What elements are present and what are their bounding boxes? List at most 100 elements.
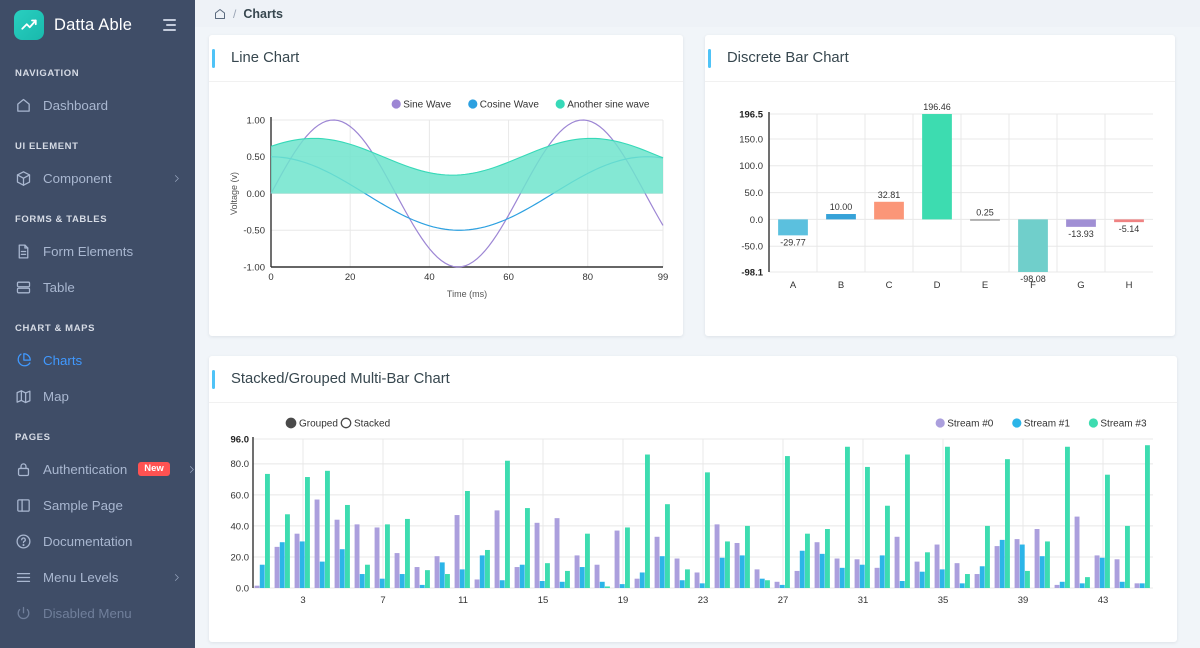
legend-label[interactable]: Another sine wave [567, 100, 650, 111]
bar[interactable] [555, 518, 560, 588]
sidebar-item-component[interactable]: Component [0, 160, 195, 196]
bar[interactable] [840, 568, 845, 588]
sidebar-item-menu-levels[interactable]: Menu Levels [0, 559, 195, 595]
bar[interactable] [345, 505, 350, 588]
bar[interactable] [945, 447, 950, 588]
bar[interactable] [905, 455, 910, 588]
bar[interactable] [835, 559, 840, 588]
bar[interactable] [405, 519, 410, 588]
bar[interactable] [645, 455, 650, 588]
bar[interactable] [465, 491, 470, 588]
bar[interactable] [715, 524, 720, 588]
bar[interactable] [885, 506, 890, 588]
bar[interactable] [805, 534, 810, 588]
bar[interactable] [625, 527, 630, 588]
bar[interactable] [940, 569, 945, 588]
multi-bar-chart-plot[interactable]: GroupedStackedStream #0Stream #1Stream #… [221, 413, 1163, 628]
bar[interactable] [875, 568, 880, 588]
sidebar-item-documentation[interactable]: Documentation [0, 523, 195, 559]
legend-label[interactable]: Cosine Wave [480, 100, 540, 111]
sidebar-item-authentication[interactable]: Authentication New [0, 451, 195, 487]
sidebar-item-charts[interactable]: Charts [0, 342, 195, 378]
bar[interactable] [765, 580, 770, 588]
bar[interactable] [415, 567, 420, 588]
bar[interactable] [775, 582, 780, 588]
bar[interactable] [826, 214, 856, 219]
bar[interactable] [900, 581, 905, 588]
radio-grouped[interactable] [286, 418, 295, 427]
bar[interactable] [965, 574, 970, 588]
bar[interactable] [1020, 545, 1025, 588]
bar[interactable] [265, 474, 270, 588]
bar[interactable] [315, 500, 320, 588]
bar[interactable] [520, 565, 525, 588]
bar[interactable] [1075, 517, 1080, 588]
bar[interactable] [540, 581, 545, 588]
bar[interactable] [575, 555, 580, 588]
bar[interactable] [300, 541, 305, 588]
bar[interactable] [778, 219, 808, 235]
bar[interactable] [720, 558, 725, 588]
bar[interactable] [325, 471, 330, 588]
bar[interactable] [445, 574, 450, 588]
bar[interactable] [680, 580, 685, 588]
bar[interactable] [615, 531, 620, 588]
bar[interactable] [585, 534, 590, 588]
bar[interactable] [855, 559, 860, 588]
bar[interactable] [1115, 559, 1120, 588]
bar[interactable] [335, 520, 340, 588]
radio-label-stacked[interactable]: Stacked [354, 419, 390, 430]
bar[interactable] [1025, 571, 1030, 588]
bar[interactable] [1085, 577, 1090, 588]
discrete-bar-chart-plot[interactable]: -98.1-50.00.050.0100.0150.0196.5-29.77A1… [717, 92, 1161, 322]
bar[interactable] [1000, 540, 1005, 588]
bar[interactable] [1105, 475, 1110, 588]
bar[interactable] [420, 585, 425, 588]
bar[interactable] [1060, 582, 1065, 588]
bar[interactable] [360, 574, 365, 588]
bar[interactable] [970, 219, 1000, 221]
bar[interactable] [1015, 539, 1020, 588]
bar[interactable] [960, 583, 965, 588]
bar[interactable] [600, 582, 605, 588]
bar[interactable] [455, 515, 460, 588]
menu-collapse-icon[interactable] [159, 15, 179, 35]
bar[interactable] [595, 565, 600, 588]
bar[interactable] [495, 510, 500, 588]
bar[interactable] [400, 574, 405, 588]
sidebar-item-table[interactable]: Table [0, 269, 195, 305]
bar[interactable] [660, 556, 665, 588]
bar[interactable] [780, 585, 785, 588]
bar[interactable] [1095, 555, 1100, 588]
bar[interactable] [725, 541, 730, 588]
bar[interactable] [922, 114, 952, 219]
bar[interactable] [920, 572, 925, 588]
bar[interactable] [735, 543, 740, 588]
bar[interactable] [580, 567, 585, 588]
bar[interactable] [815, 542, 820, 588]
bar[interactable] [480, 555, 485, 588]
legend-label[interactable]: Sine Wave [403, 100, 451, 111]
bar[interactable] [820, 554, 825, 588]
bar[interactable] [280, 542, 285, 588]
legend-label[interactable]: Stream #3 [1100, 419, 1147, 430]
bar[interactable] [935, 545, 940, 588]
bar[interactable] [685, 569, 690, 588]
bar[interactable] [1005, 459, 1010, 588]
bar[interactable] [1145, 445, 1150, 588]
bar[interactable] [255, 586, 260, 588]
bar[interactable] [1140, 583, 1145, 588]
bar[interactable] [800, 551, 805, 588]
bar[interactable] [485, 550, 490, 588]
bar[interactable] [1100, 558, 1105, 588]
bar[interactable] [380, 579, 385, 588]
bar[interactable] [880, 555, 885, 588]
home-icon[interactable] [214, 8, 226, 20]
bar[interactable] [675, 559, 680, 588]
bar[interactable] [1080, 583, 1085, 588]
bar[interactable] [745, 526, 750, 588]
bar[interactable] [500, 580, 505, 588]
bar[interactable] [440, 562, 445, 588]
bar[interactable] [925, 552, 930, 588]
bar[interactable] [560, 582, 565, 588]
